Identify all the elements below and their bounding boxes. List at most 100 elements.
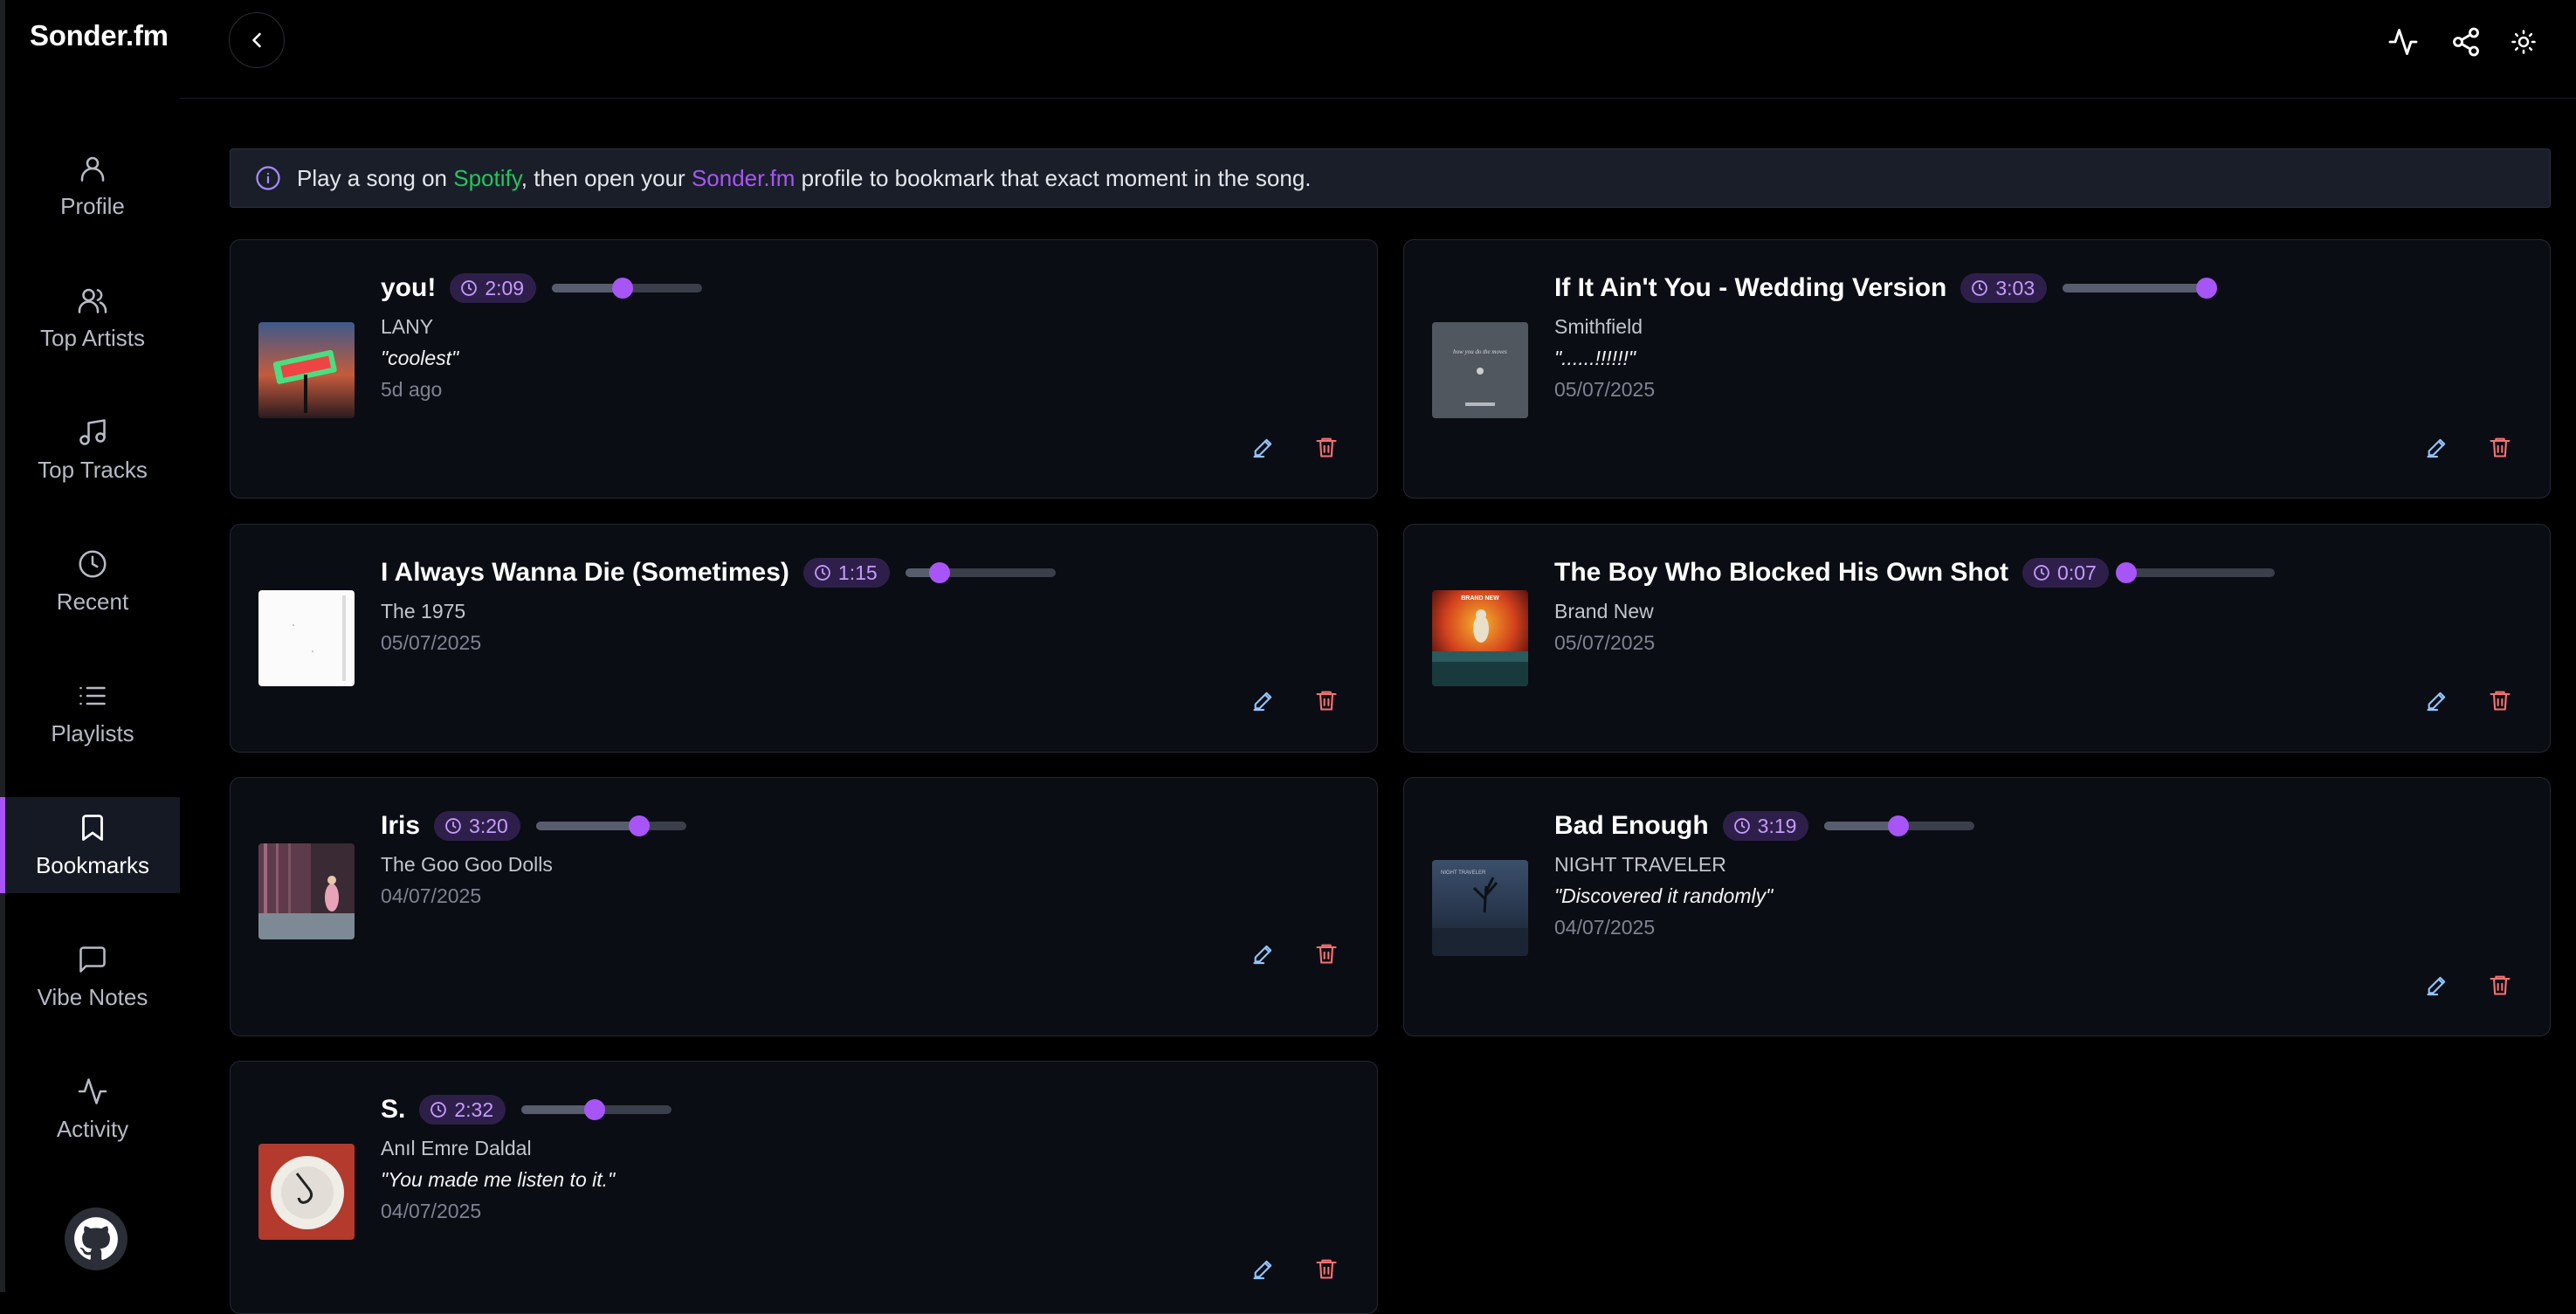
delete-button[interactable]: [2487, 434, 2513, 460]
sidebar-item-label: Top Tracks: [38, 456, 148, 483]
sidebar-item-label: Bookmarks: [35, 851, 150, 878]
back-button[interactable]: [229, 12, 285, 68]
timestamp-badge: 2:09: [450, 273, 537, 303]
artist-name[interactable]: The Goo Goo Dolls: [381, 853, 553, 877]
sidebar: Sonder.fm Profile Top Artists Top Tracks…: [0, 0, 180, 1292]
sidebar-item-vibe-notes[interactable]: Vibe Notes: [5, 929, 180, 1025]
banner-text: Play a song on Spotify, then open your S…: [297, 164, 1312, 191]
trash-icon: [2490, 975, 2511, 995]
pencil-icon: [2427, 438, 2446, 458]
delete-button[interactable]: [1313, 687, 1340, 713]
pencil-icon: [2427, 691, 2446, 712]
bookmark-date: 05/07/2025: [1554, 378, 1656, 401]
sidebar-item-top-artists[interactable]: Top Artists: [5, 270, 180, 366]
edit-button[interactable]: [1250, 687, 1277, 713]
artist-name[interactable]: Brand New: [1554, 600, 1654, 623]
progress-slider[interactable]: [905, 562, 1056, 583]
album-art-iris: [258, 843, 355, 939]
edit-button[interactable]: [2424, 687, 2450, 713]
track-title[interactable]: The Boy Who Blocked His Own Shot: [1554, 558, 2008, 588]
pencil-icon: [1253, 438, 1272, 458]
brand-logo[interactable]: Sonder.fm: [30, 19, 169, 52]
sun-icon[interactable]: [2511, 29, 2537, 55]
trash-icon: [1316, 1259, 1337, 1279]
sidebar-item-label: Activity: [56, 1115, 129, 1142]
bookmark-date: 04/07/2025: [1554, 916, 1656, 939]
album-art-1975: [258, 590, 355, 686]
artist-name[interactable]: Smithfield: [1554, 315, 1643, 339]
progress-slider[interactable]: [2115, 562, 2275, 583]
share-icon[interactable]: [2450, 26, 2482, 58]
edit-button[interactable]: [2424, 434, 2450, 460]
timestamp: 3:19: [1757, 814, 1797, 837]
bookmark-card: S. 2:32 Anıl Emre Daldal "You made me li…: [230, 1061, 1378, 1314]
delete-button[interactable]: [2487, 972, 2513, 998]
bookmark-note: "You made me listen to it.": [381, 1168, 616, 1191]
sidebar-item-recent[interactable]: Recent: [5, 533, 180, 629]
bookmark-card: NIGHT TRAVELER Bad Enough 3:19 NIGHT TRA…: [1403, 777, 2551, 1036]
slider-thumb[interactable]: [584, 1099, 606, 1120]
bookmark-date: 04/07/2025: [381, 884, 482, 907]
timestamp: 3:03: [1995, 276, 2035, 299]
sidebar-item-label: Profile: [60, 192, 125, 219]
artist-name[interactable]: LANY: [381, 315, 433, 339]
sidebar-item-activity[interactable]: Activity: [5, 1061, 180, 1157]
delete-button[interactable]: [2487, 687, 2513, 713]
slider-thumb[interactable]: [2196, 278, 2218, 299]
info-icon: [256, 166, 280, 190]
track-title[interactable]: Bad Enough: [1554, 811, 1709, 841]
trash-icon: [1316, 437, 1337, 457]
slider-thumb[interactable]: [2115, 562, 2137, 583]
artist-name[interactable]: The 1975: [381, 600, 465, 623]
track-title[interactable]: I Always Wanna Die (Sometimes): [381, 558, 789, 588]
sidebar-item-profile[interactable]: Profile: [5, 138, 180, 234]
edit-button[interactable]: [1250, 940, 1277, 967]
track-title[interactable]: S.: [381, 1095, 405, 1125]
timestamp: 2:32: [454, 1097, 494, 1121]
music-note-icon: [79, 418, 106, 445]
github-link[interactable]: [65, 1207, 127, 1270]
track-title[interactable]: If It Ain't You - Wedding Version: [1554, 273, 1946, 303]
progress-slider[interactable]: [2063, 278, 2218, 299]
slider-thumb[interactable]: [611, 278, 633, 299]
artist-name[interactable]: NIGHT TRAVELER: [1554, 853, 1726, 877]
user-icon: [80, 156, 105, 182]
edit-button[interactable]: [2424, 972, 2450, 998]
progress-slider[interactable]: [535, 815, 686, 836]
artist-name[interactable]: Anıl Emre Daldal: [381, 1137, 532, 1160]
progress-slider[interactable]: [1824, 815, 1975, 836]
sidebar-item-bookmarks[interactable]: Bookmarks: [0, 797, 180, 893]
edit-button[interactable]: [1250, 434, 1277, 460]
clock-icon: [430, 1102, 447, 1118]
progress-slider[interactable]: [521, 1099, 672, 1120]
progress-slider[interactable]: [552, 278, 703, 299]
delete-button[interactable]: [1313, 434, 1340, 460]
album-art-s: [258, 1144, 355, 1240]
track-title[interactable]: Iris: [381, 811, 420, 841]
sidebar-item-top-tracks[interactable]: Top Tracks: [5, 402, 180, 498]
edit-button[interactable]: [1250, 1256, 1277, 1282]
bookmark-date: 05/07/2025: [1554, 631, 1656, 654]
trash-icon: [1316, 691, 1337, 711]
bookmark-date: 04/07/2025: [381, 1200, 482, 1222]
slider-thumb[interactable]: [629, 815, 651, 836]
clock-icon: [79, 549, 107, 578]
delete-button[interactable]: [1313, 1256, 1340, 1282]
github-icon: [74, 1217, 118, 1261]
activity-icon[interactable]: [2387, 26, 2419, 58]
slider-thumb[interactable]: [929, 562, 951, 583]
track-title[interactable]: you!: [381, 273, 436, 303]
svg-text:how you do the moves: how you do the moves: [1453, 348, 1507, 355]
trash-icon: [2490, 437, 2511, 457]
sidebar-item-playlists[interactable]: Playlists: [5, 665, 180, 761]
clock-icon: [815, 565, 830, 581]
spotify-link[interactable]: Spotify: [453, 165, 521, 191]
message-icon: [79, 946, 106, 973]
timestamp-badge: 3:03: [1960, 273, 2048, 303]
slider-thumb[interactable]: [1887, 815, 1909, 836]
sidebar-item-label: Top Artists: [40, 324, 145, 351]
timestamp-badge: 3:20: [434, 811, 520, 841]
sonder-link[interactable]: Sonder.fm: [692, 165, 796, 191]
bookmark-card: I Always Wanna Die (Sometimes) 1:15 The …: [230, 524, 1378, 753]
delete-button[interactable]: [1313, 940, 1340, 967]
